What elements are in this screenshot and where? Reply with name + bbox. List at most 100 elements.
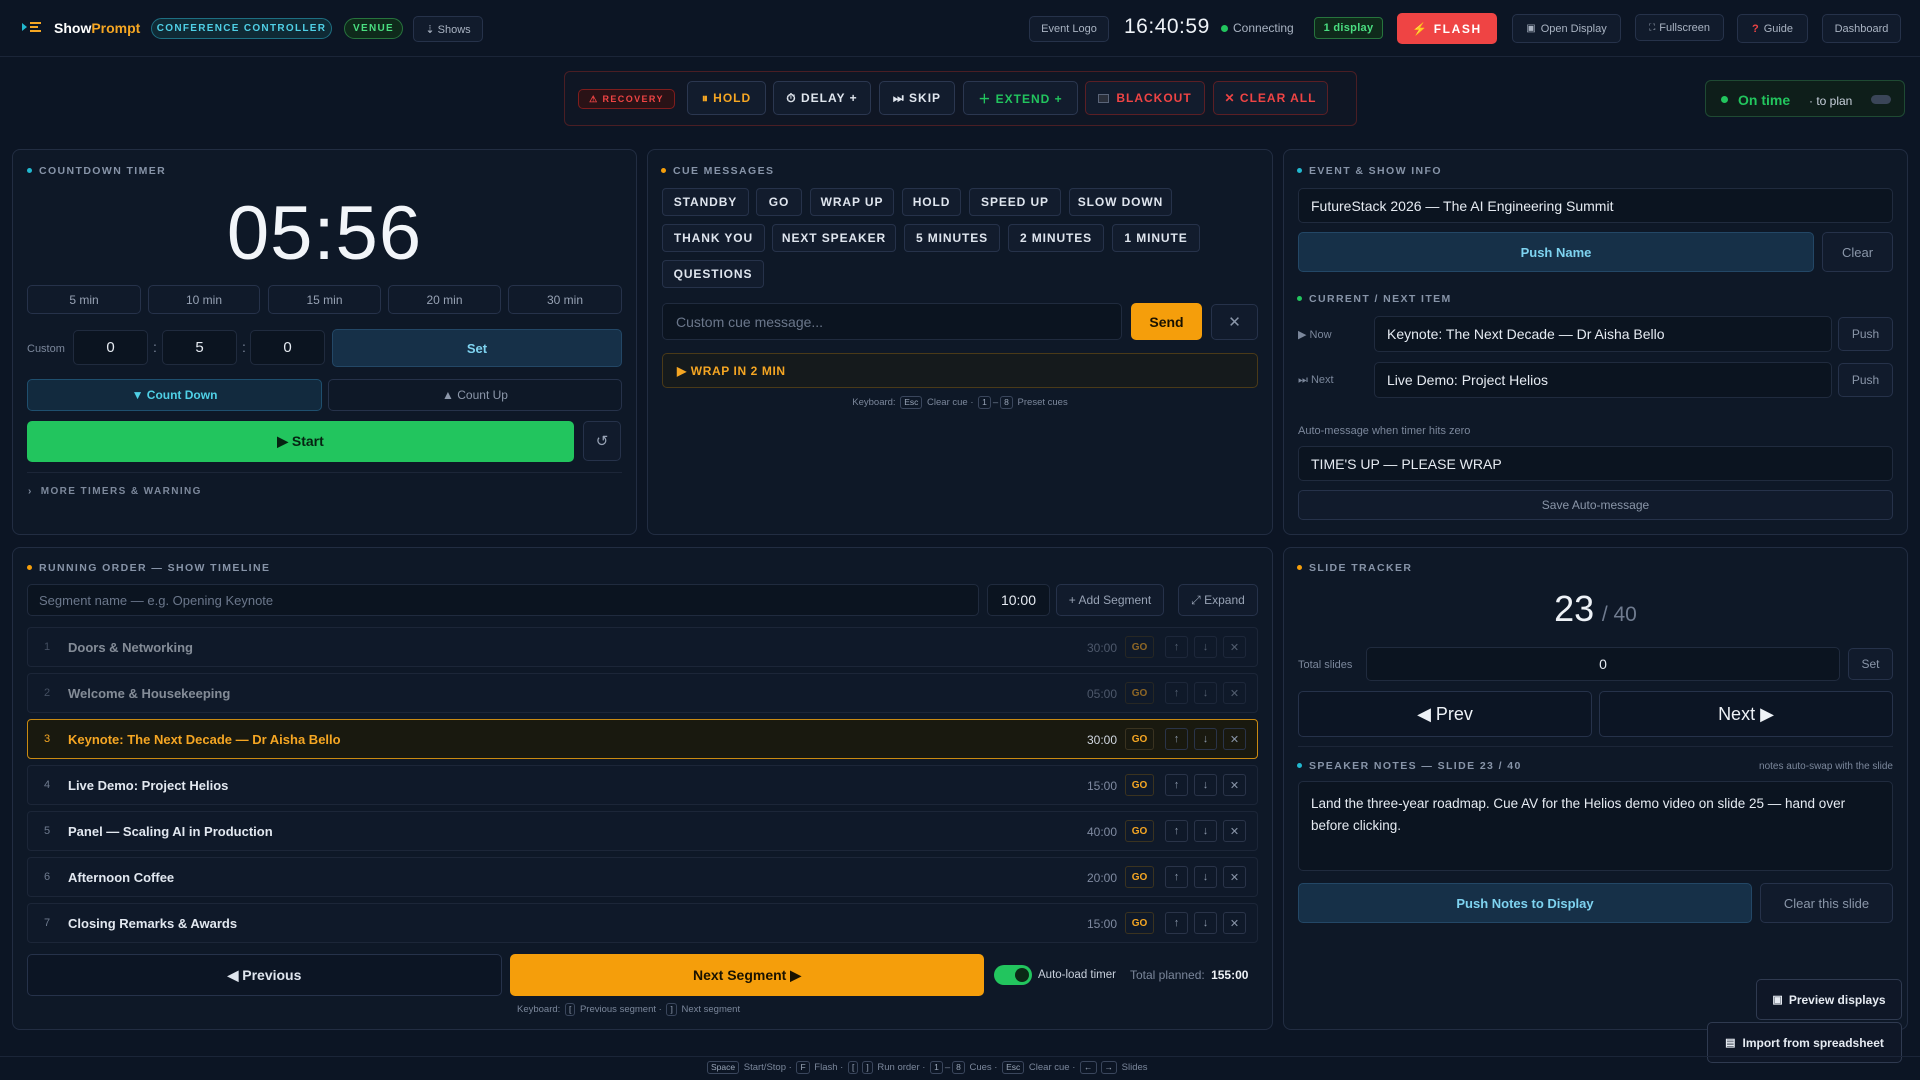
move-down-icon[interactable]: ↓ xyxy=(1194,636,1217,658)
timeline-row[interactable]: 4 Live Demo: Project Helios 15:00 GO ↑ ↓… xyxy=(27,765,1258,805)
blackout-button[interactable]: BLACKOUT xyxy=(1085,81,1205,115)
segment-name-input[interactable]: Segment name — e.g. Opening Keynote xyxy=(27,584,979,616)
move-up-icon[interactable]: ↑ xyxy=(1165,866,1188,888)
move-down-icon[interactable]: ↓ xyxy=(1194,912,1217,934)
preset-10-min[interactable]: 10 min xyxy=(148,285,260,314)
delete-icon[interactable]: ✕ xyxy=(1223,636,1246,658)
guide-button[interactable]: ? Guide xyxy=(1737,14,1808,43)
hold-button[interactable]: ⏸ HOLD xyxy=(687,81,766,115)
send-cue-button[interactable]: Send xyxy=(1131,303,1202,340)
plan-toggle[interactable] xyxy=(1871,95,1891,104)
custom-seconds-input[interactable]: 0 xyxy=(250,330,325,365)
extend-button[interactable]: ＋ EXTEND + xyxy=(963,81,1078,115)
next-input[interactable]: Live Demo: Project Helios xyxy=(1374,362,1832,398)
cue-hold[interactable]: HOLD xyxy=(902,188,961,216)
event-name-input[interactable]: FutureStack 2026 — The AI Engineering Su… xyxy=(1298,188,1893,223)
save-auto-message-button[interactable]: Save Auto-message xyxy=(1298,490,1893,520)
add-segment-button[interactable]: + Add Segment xyxy=(1056,584,1164,616)
count-down-toggle[interactable]: ▼ Count Down xyxy=(27,379,322,411)
move-down-icon[interactable]: ↓ xyxy=(1194,774,1217,796)
delete-icon[interactable]: ✕ xyxy=(1223,728,1246,750)
row-go-button[interactable]: GO xyxy=(1125,820,1154,842)
move-up-icon[interactable]: ↑ xyxy=(1165,820,1188,842)
cue-speed-up[interactable]: SPEED UP xyxy=(969,188,1061,216)
preset-30-min[interactable]: 30 min xyxy=(508,285,622,314)
more-timers-toggle[interactable]: › MORE TIMERS & WARNING xyxy=(28,486,202,497)
clear-slide-button[interactable]: Clear this slide xyxy=(1760,883,1893,923)
clear-cue-button[interactable]: ✕ xyxy=(1211,304,1258,340)
cue-go[interactable]: GO xyxy=(756,188,802,216)
prev-slide-button[interactable]: ◀ Prev xyxy=(1298,691,1592,737)
move-up-icon[interactable]: ↑ xyxy=(1165,636,1188,658)
cue-standby[interactable]: STANDBY xyxy=(662,188,749,216)
delete-icon[interactable]: ✕ xyxy=(1223,682,1246,704)
timeline-row[interactable]: 6 Afternoon Coffee 20:00 GO ↑ ↓ ✕ xyxy=(27,857,1258,897)
shows-button[interactable]: ⇣ Shows xyxy=(413,16,483,42)
delete-icon[interactable]: ✕ xyxy=(1223,866,1246,888)
push-notes-button[interactable]: Push Notes to Display xyxy=(1298,883,1752,923)
push-now-button[interactable]: Push xyxy=(1838,317,1893,351)
move-up-icon[interactable]: ↑ xyxy=(1165,728,1188,750)
count-up-toggle[interactable]: ▲ Count Up xyxy=(328,379,622,411)
delete-icon[interactable]: ✕ xyxy=(1223,912,1246,934)
auto-message-input[interactable]: TIME'S UP — PLEASE WRAP xyxy=(1298,446,1893,481)
delete-icon[interactable]: ✕ xyxy=(1223,774,1246,796)
move-up-icon[interactable]: ↑ xyxy=(1165,912,1188,934)
set-custom-button[interactable]: Set xyxy=(332,329,622,367)
row-go-button[interactable]: GO xyxy=(1125,682,1154,704)
speaker-notes-textarea[interactable]: Land the three-year roadmap. Cue AV for … xyxy=(1298,781,1893,871)
event-logo-button[interactable]: Event Logo xyxy=(1029,16,1109,42)
timeline-row[interactable]: 1 Doors & Networking 30:00 GO ↑ ↓ ✕ xyxy=(27,627,1258,667)
recovery-button[interactable]: ⚠ RECOVERY xyxy=(578,89,675,109)
segment-duration-input[interactable]: 10:00 xyxy=(987,584,1050,616)
move-down-icon[interactable]: ↓ xyxy=(1194,682,1217,704)
preset-20-min[interactable]: 20 min xyxy=(388,285,501,314)
set-slides-button[interactable]: Set xyxy=(1848,648,1893,680)
next-slide-button[interactable]: Next ▶ xyxy=(1599,691,1893,737)
move-down-icon[interactable]: ↓ xyxy=(1194,728,1217,750)
move-down-icon[interactable]: ↓ xyxy=(1194,820,1217,842)
preset-15-min[interactable]: 15 min xyxy=(268,285,381,314)
cue-wrap-up[interactable]: WRAP UP xyxy=(810,188,894,216)
row-go-button[interactable]: GO xyxy=(1125,636,1154,658)
push-name-button[interactable]: Push Name xyxy=(1298,232,1814,272)
total-slides-input[interactable]: 0 xyxy=(1366,647,1840,681)
clear-all-button[interactable]: ✕ CLEAR ALL xyxy=(1213,81,1328,115)
move-up-icon[interactable]: ↑ xyxy=(1165,774,1188,796)
open-display-button[interactable]: ▣ Open Display xyxy=(1512,14,1621,43)
row-go-button[interactable]: GO xyxy=(1125,728,1154,750)
custom-hours-input[interactable]: 0 xyxy=(73,330,148,365)
delay-button[interactable]: ⏱ DELAY + xyxy=(773,81,871,115)
timeline-row[interactable]: 7 Closing Remarks & Awards 15:00 GO ↑ ↓ … xyxy=(27,903,1258,943)
move-up-icon[interactable]: ↑ xyxy=(1165,682,1188,704)
start-button[interactable]: ▶ Start xyxy=(27,421,574,462)
delete-icon[interactable]: ✕ xyxy=(1223,820,1246,842)
dashboard-button[interactable]: Dashboard xyxy=(1822,14,1901,43)
cue-questions[interactable]: QUESTIONS xyxy=(662,260,764,288)
row-go-button[interactable]: GO xyxy=(1125,912,1154,934)
next-segment-button[interactable]: Next Segment ▶ xyxy=(510,954,984,996)
previous-segment-button[interactable]: ◀ Previous xyxy=(27,954,502,996)
timeline-row[interactable]: 2 Welcome & Housekeeping 05:00 GO ↑ ↓ ✕ xyxy=(27,673,1258,713)
cue-5-minutes[interactable]: 5 MINUTES xyxy=(904,224,1000,252)
timeline-row[interactable]: 5 Panel — Scaling AI in Production 40:00… xyxy=(27,811,1258,851)
cue-next-speaker[interactable]: NEXT SPEAKER xyxy=(772,224,896,252)
expand-button[interactable]: ⤢ Expand xyxy=(1178,584,1258,616)
move-down-icon[interactable]: ↓ xyxy=(1194,866,1217,888)
cue-slow-down[interactable]: SLOW DOWN xyxy=(1069,188,1172,216)
cue-thank-you[interactable]: THANK YOU xyxy=(662,224,765,252)
cue-2-minutes[interactable]: 2 MINUTES xyxy=(1008,224,1104,252)
skip-button[interactable]: ⏭ SKIP xyxy=(879,81,955,115)
preview-displays-button[interactable]: ▣ Preview displays xyxy=(1756,979,1902,1020)
row-go-button[interactable]: GO xyxy=(1125,866,1154,888)
clear-name-button[interactable]: Clear xyxy=(1822,232,1893,272)
auto-load-toggle[interactable] xyxy=(994,965,1032,985)
now-input[interactable]: Keynote: The Next Decade — Dr Aisha Bell… xyxy=(1374,316,1832,352)
preset-5-min[interactable]: 5 min xyxy=(27,285,141,314)
flash-button[interactable]: ⚡ FLASH xyxy=(1397,13,1497,44)
row-go-button[interactable]: GO xyxy=(1125,774,1154,796)
reset-button[interactable]: ↺ xyxy=(583,421,621,461)
timeline-row-active[interactable]: 3 Keynote: The Next Decade — Dr Aisha Be… xyxy=(27,719,1258,759)
fullscreen-button[interactable]: ⛶ Fullscreen xyxy=(1635,14,1724,41)
push-next-button[interactable]: Push xyxy=(1838,363,1893,397)
